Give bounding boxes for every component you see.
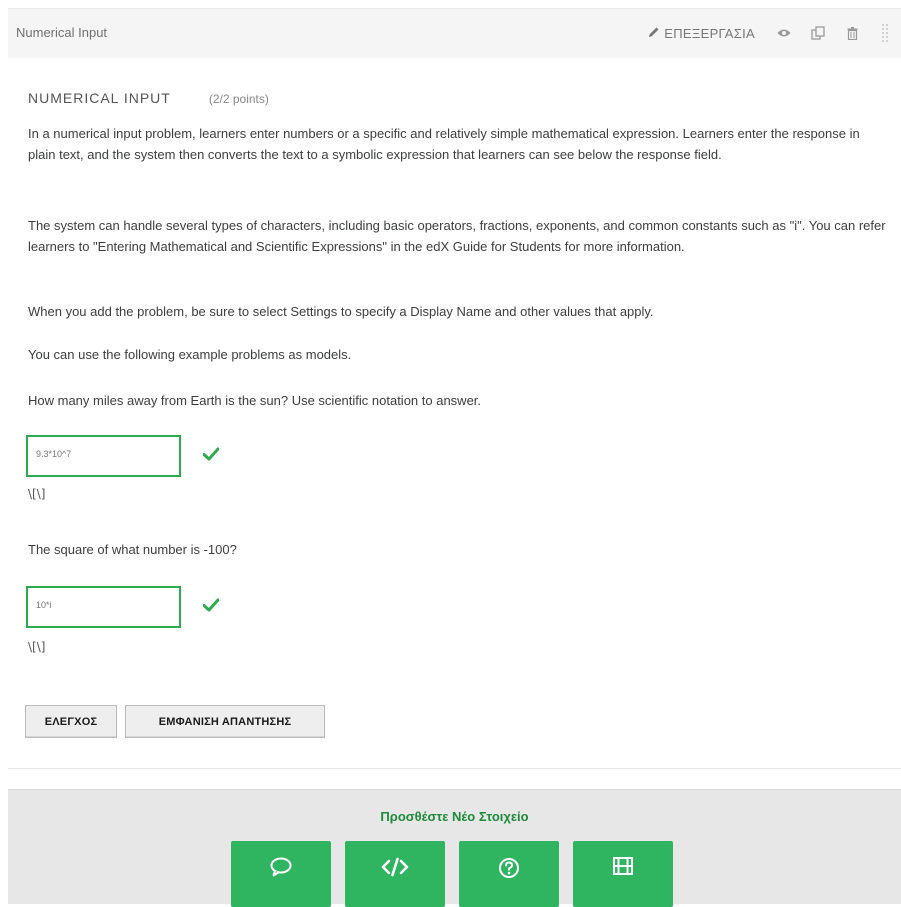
discussion-icon [270,857,292,882]
description-paragraph: The system can handle several types of c… [28,218,886,254]
check-button[interactable]: ΕΛΕΓΧΟΣ [25,705,117,738]
problem-points: (2/2 points) [208,92,269,106]
add-html-button[interactable] [345,841,445,907]
add-problem-button[interactable] [459,841,559,907]
duplicate-icon[interactable] [809,24,827,42]
header-actions: ΕΠΕΞΕΡΓΑΣΙΑ [648,23,889,43]
video-icon [613,857,633,880]
problem-title: NUMERICAL INPUT [28,90,171,106]
answer-input[interactable] [36,600,166,610]
trash-icon[interactable] [843,24,861,42]
add-discussion-button[interactable] [231,841,331,907]
answer-input[interactable] [36,449,166,459]
divider [8,768,901,769]
pencil-icon [648,26,660,41]
add-component-panel: Προσθέστε Νέο Στοιχείο [8,789,901,907]
question-text: How many miles away from Earth is the su… [28,393,482,408]
drag-handle-icon[interactable] [881,23,889,43]
add-component-title: Προσθέστε Νέο Στοιχείο [380,809,529,824]
correct-check-icon [203,598,219,612]
component-title: Numerical Input [16,25,108,40]
description-paragraph: In a numerical input problem, learners e… [28,126,860,162]
answer-field[interactable] [26,586,181,628]
show-answer-button[interactable]: ΕΜΦΑΝΙΣΗ ΑΠΑΝΤΗΣΗΣ [125,705,325,738]
edit-button[interactable]: ΕΠΕΞΕΡΓΑΣΙΑ [648,26,755,41]
correct-check-icon [203,447,219,461]
component-header: Numerical Input ΕΠΕΞΕΡΓΑΣΙΑ [8,8,901,58]
math-preview: \[\] [28,487,46,501]
add-video-button[interactable] [573,841,673,907]
problem-icon [498,857,520,884]
math-preview: \[\] [28,640,46,654]
eye-icon[interactable] [775,24,793,42]
problem-heading: NUMERICAL INPUT (2/2 points) [28,90,269,106]
description-paragraph: When you add the problem, be sure to sel… [28,304,654,319]
question-text: The square of what number is -100? [28,542,237,557]
answer-field[interactable] [26,435,181,477]
description-paragraph: You can use the following example proble… [28,347,352,362]
html-icon [381,857,409,882]
edit-label: ΕΠΕΞΕΡΓΑΣΙΑ [664,25,755,41]
